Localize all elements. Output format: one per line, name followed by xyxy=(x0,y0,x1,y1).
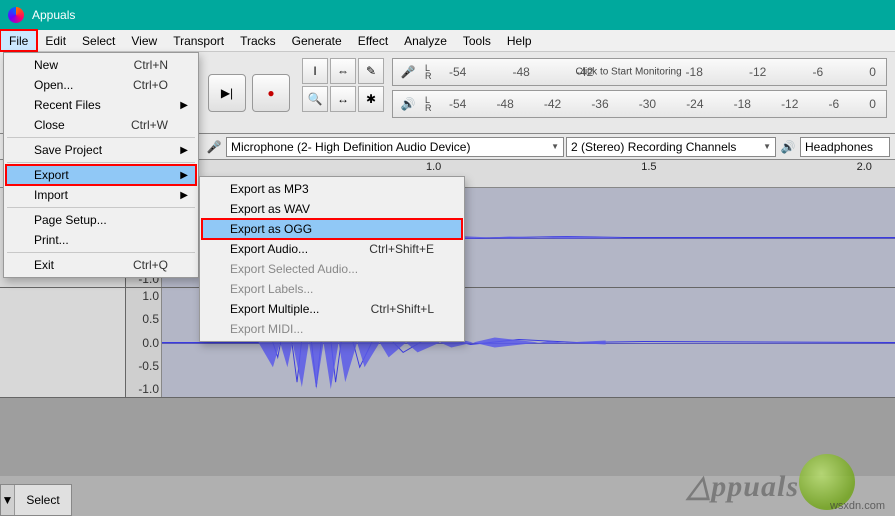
menu-file[interactable]: File xyxy=(0,30,37,51)
speaker-icon: 🔊 xyxy=(399,97,417,111)
zoom-icon: 🔍 xyxy=(308,92,323,106)
menu-view[interactable]: View xyxy=(123,30,165,51)
export-ogg[interactable]: Export as OGG xyxy=(202,219,462,239)
output-device-select[interactable]: Headphones xyxy=(800,137,890,157)
speaker-device-icon: 🔊 xyxy=(778,140,798,154)
window-title: Appuals xyxy=(32,8,75,22)
site-watermark: wsxdn.com xyxy=(830,500,885,512)
menu-effect[interactable]: Effect xyxy=(350,30,396,51)
ruler-tick: 1.5 xyxy=(641,161,656,173)
skip-end-icon: ▶| xyxy=(221,86,233,100)
file-close[interactable]: CloseCtrl+W xyxy=(6,115,196,135)
file-save-project[interactable]: Save Project▶ xyxy=(6,140,196,160)
file-import[interactable]: Import▶ xyxy=(6,185,196,205)
submenu-arrow-icon: ▶ xyxy=(180,170,188,181)
mic-device-icon: 🎤 xyxy=(204,140,224,154)
app-logo-icon xyxy=(8,7,24,23)
zoom-tool[interactable]: 🔍 xyxy=(302,86,328,112)
envelope-tool[interactable]: ⇔ xyxy=(330,58,356,84)
menu-select[interactable]: Select xyxy=(74,30,123,51)
channels-value: 2 (Stereo) Recording Channels xyxy=(571,140,736,154)
track-panel[interactable] xyxy=(0,288,126,397)
ibeam-icon: I xyxy=(313,64,316,78)
export-multiple[interactable]: Export Multiple...Ctrl+Shift+L xyxy=(202,299,462,319)
export-selected: Export Selected Audio... xyxy=(202,259,462,279)
timeshift-tool[interactable]: ↔ xyxy=(330,86,356,112)
file-export[interactable]: Export▶ xyxy=(6,165,196,185)
select-button[interactable]: Select xyxy=(15,493,71,507)
file-page-setup[interactable]: Page Setup... xyxy=(6,210,196,230)
rec-meter-hint: Click to Start Monitoring xyxy=(576,67,682,78)
multi-tool[interactable]: ✱ xyxy=(358,86,384,112)
titlebar: Appuals xyxy=(0,0,895,30)
multi-icon: ✱ xyxy=(366,92,376,106)
record-button[interactable]: ● xyxy=(252,74,290,112)
file-dropdown-menu: NewCtrl+N Open...Ctrl+O Recent Files▶ Cl… xyxy=(3,52,199,278)
vertical-scale: 1.0 0.5 0.0 -0.5 -1.0 xyxy=(126,288,162,397)
menu-tracks[interactable]: Tracks xyxy=(232,30,284,51)
playback-meter[interactable]: 🔊 L R -54-48-42 -36-30-24 -18-12-6 0 xyxy=(392,90,887,118)
ruler-tick: 2.0 xyxy=(857,161,872,173)
ruler-tick: 1.0 xyxy=(426,161,441,173)
selection-dropdown-button[interactable]: ▼ xyxy=(1,485,15,515)
channels-select[interactable]: 2 (Stereo) Recording Channels ▼ xyxy=(566,137,776,157)
file-new[interactable]: NewCtrl+N xyxy=(6,55,196,75)
export-labels: Export Labels... xyxy=(202,279,462,299)
export-midi: Export MIDI... xyxy=(202,319,462,339)
file-recent[interactable]: Recent Files▶ xyxy=(6,95,196,115)
selection-bar: ▼ Select xyxy=(0,484,72,516)
file-open[interactable]: Open...Ctrl+O xyxy=(6,75,196,95)
menu-help[interactable]: Help xyxy=(499,30,540,51)
envelope-icon: ⇔ xyxy=(337,64,349,78)
input-device-select[interactable]: Microphone (2- High Definition Audio Dev… xyxy=(226,137,564,157)
meters: 🎤 L R -54-48-42 -18-12-60 Click to Start… xyxy=(388,52,895,133)
record-icon: ● xyxy=(267,86,274,100)
timeshift-icon: ↔ xyxy=(337,92,349,106)
transport-toolbar: ▶| ● xyxy=(200,52,298,133)
skip-end-button[interactable]: ▶| xyxy=(208,74,246,112)
menubar: File Edit Select View Transport Tracks G… xyxy=(0,30,895,52)
menu-tools[interactable]: Tools xyxy=(455,30,499,51)
submenu-arrow-icon: ▶ xyxy=(180,145,188,156)
chevron-down-icon: ▼ xyxy=(763,142,771,151)
menu-analyze[interactable]: Analyze xyxy=(396,30,455,51)
tools-toolbar: I ⇔ ✎ 🔍 ↔ ✱ xyxy=(298,52,388,133)
output-device-value: Headphones xyxy=(805,140,873,154)
chevron-down-icon: ▼ xyxy=(551,142,559,151)
appuals-watermark: △ppuals xyxy=(687,469,799,504)
export-wav[interactable]: Export as WAV xyxy=(202,199,462,219)
export-mp3[interactable]: Export as MP3 xyxy=(202,179,462,199)
submenu-arrow-icon: ▶ xyxy=(180,190,188,201)
file-exit[interactable]: ExitCtrl+Q xyxy=(6,255,196,275)
file-print[interactable]: Print... xyxy=(6,230,196,250)
play-meter-ticks: -54-48-42 -36-30-24 -18-12-6 0 xyxy=(445,91,880,117)
recording-meter[interactable]: 🎤 L R -54-48-42 -18-12-60 Click to Start… xyxy=(392,58,887,86)
export-submenu: Export as MP3 Export as WAV Export as OG… xyxy=(199,176,465,342)
microphone-icon: 🎤 xyxy=(399,65,417,79)
meter-lr-label: L R xyxy=(425,64,437,80)
menu-edit[interactable]: Edit xyxy=(37,30,74,51)
menu-transport[interactable]: Transport xyxy=(165,30,232,51)
input-device-value: Microphone (2- High Definition Audio Dev… xyxy=(231,140,470,154)
meter-lr-label-2: L R xyxy=(425,96,437,112)
draw-tool[interactable]: ✎ xyxy=(358,58,384,84)
selection-tool[interactable]: I xyxy=(302,58,328,84)
chevron-down-icon: ▼ xyxy=(2,493,14,507)
pencil-icon: ✎ xyxy=(366,64,376,78)
menu-generate[interactable]: Generate xyxy=(284,30,350,51)
submenu-arrow-icon: ▶ xyxy=(180,100,188,111)
export-audio[interactable]: Export Audio...Ctrl+Shift+E xyxy=(202,239,462,259)
